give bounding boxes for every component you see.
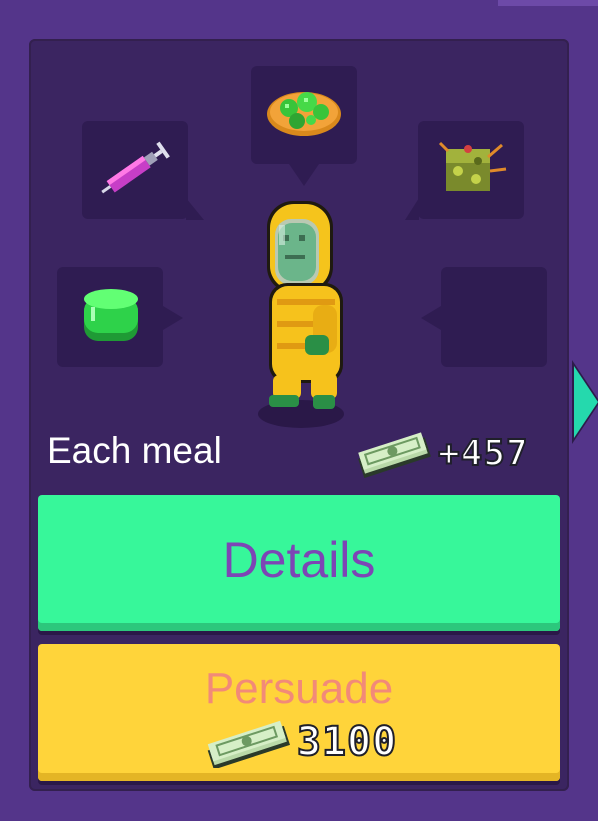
details-button-label: Details	[222, 532, 376, 588]
syringe-icon	[101, 141, 170, 194]
virus-block-icon	[438, 141, 507, 191]
cash-stack-icon	[358, 432, 431, 478]
bubble-tail-top-left	[186, 198, 204, 220]
ingredient-slot-top-left	[82, 121, 188, 219]
persuade-button[interactable]: Persuade 3100	[38, 644, 560, 781]
bubble-tail-top-right	[405, 198, 419, 220]
pizza-icon	[267, 92, 341, 136]
details-button[interactable]: Details	[38, 495, 560, 631]
green-jelly-icon	[84, 289, 138, 341]
each-meal-label: Each meal	[47, 430, 222, 471]
persuade-cost: 3100	[201, 716, 397, 768]
cash-stack-icon	[207, 720, 290, 768]
ingredient-slot-bottom-right	[441, 267, 547, 367]
meal-income: +457	[352, 428, 529, 478]
next-arrow-icon[interactable]	[574, 366, 598, 438]
ingredient-slot-top-right	[418, 121, 524, 219]
bubble-tail-bottom-right	[421, 306, 441, 330]
income-value: +457	[437, 432, 529, 475]
ingredient-slot-top	[251, 66, 357, 164]
top-edge	[498, 0, 598, 6]
hazmat-character	[267, 201, 343, 409]
ingredient-slot-bottom-left	[57, 267, 163, 367]
persuade-button-label: Persuade	[204, 664, 394, 713]
persuade-cost-value: 3100	[296, 718, 398, 766]
bubble-tail-bottom-left	[163, 306, 183, 330]
bubble-tail-top	[289, 164, 319, 186]
